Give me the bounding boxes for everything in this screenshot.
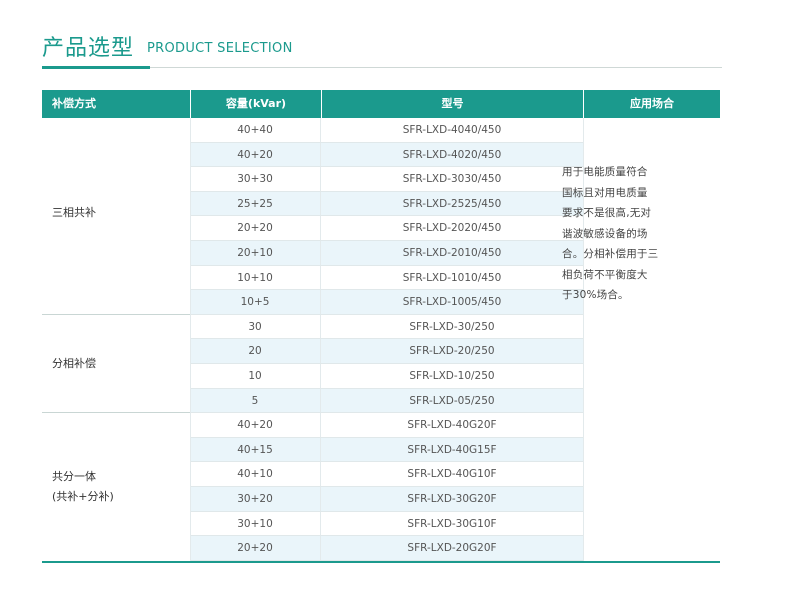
model-cell: SFR-LXD-10/250 (409, 370, 495, 382)
group-label-text: 分相补偿 (52, 357, 96, 370)
application-line: 谐波敏感设备的场 (562, 227, 648, 240)
model-cell: SFR-LXD-2525/450 (321, 191, 583, 216)
model-cell: SFR-LXD-40G10F (407, 468, 497, 481)
capacity-cell: 40+15 (190, 437, 321, 462)
group-label-text: 共分一体 (52, 470, 96, 483)
column-divider (190, 118, 191, 562)
table-row: 5 SFR-LXD-05/250 (190, 388, 583, 414)
model-cell: SFR-LXD-05/250 (321, 388, 583, 413)
capacity-cell: 20 (190, 339, 321, 363)
capacity-cell: 10 (190, 364, 321, 388)
table-row: 40+20 SFR-LXD-40G20F (190, 413, 583, 438)
table-row: 25+25 SFR-LXD-2525/450 (190, 191, 583, 217)
application-line: 于30%场合。 (562, 289, 629, 301)
table-row: 30 SFR-LXD-30/250 (190, 314, 583, 340)
application-line: 国标且对用电质量 (562, 186, 648, 199)
header-model: 型号 (321, 90, 583, 118)
group-divider (42, 412, 190, 414)
table-row: 10+5 SFR-LXD-1005/450 (190, 290, 583, 315)
application-line: 合。分相补偿用于三 (562, 248, 659, 260)
model-cell: SFR-LXD-3030/450 (402, 173, 502, 186)
table-row: 30+30 SFR-LXD-3030/450 (190, 167, 583, 192)
application-line: 用于电能质量符合 (562, 166, 648, 178)
header-compensation-mode: 补偿方式 (52, 97, 96, 110)
model-cell: SFR-LXD-20G20F (321, 536, 583, 560)
group-label-text: 三相共补 (52, 206, 96, 220)
header-accent-bar (42, 66, 150, 69)
compensation-group-label: 分相补偿 (42, 354, 190, 374)
table-row: 40+10 SFR-LXD-40G10F (190, 462, 583, 487)
table-bottom-border (42, 561, 720, 563)
group-divider (42, 313, 190, 315)
product-selection-table: 补偿方式 容量(kVar) 型号 应用场合 40+40 SFR-LXD-4040/… (42, 90, 720, 562)
capacity-cell: 5 (190, 388, 321, 413)
table-row: 30+20 SFR-LXD-30G20F (190, 487, 583, 512)
header-application: 应用场合 (583, 90, 720, 118)
table-row: 40+20 SFR-LXD-4020/450 (190, 142, 583, 168)
table-row: 10 SFR-LXD-10/250 (190, 364, 583, 389)
capacity-cell: 25+25 (190, 191, 321, 216)
group-label-subtext: (共补+分补) (52, 490, 114, 503)
model-cell: SFR-LXD-4040/450 (402, 124, 502, 136)
compensation-group-label: 共分一体 (共补+分补) (42, 467, 190, 507)
compensation-group-label: 三相共补 (42, 203, 190, 223)
capacity-cell: 40+10 (190, 462, 321, 486)
model-cell: SFR-LXD-40G15F (321, 437, 583, 462)
model-cell: SFR-LXD-1005/450 (321, 290, 583, 314)
capacity-cell: 20+20 (190, 536, 321, 560)
capacity-cell: 40+20 (190, 142, 321, 167)
table-row: 20+20 SFR-LXD-2020/450 (190, 216, 583, 241)
table-row: 40+15 SFR-LXD-40G15F (190, 437, 583, 463)
model-cell: SFR-LXD-20/250 (321, 339, 583, 363)
model-cell: SFR-LXD-40G20F (407, 419, 497, 432)
table-row: 40+40 SFR-LXD-4040/450 (190, 118, 583, 143)
application-description: 用于电能质量符合 国标且对用电质量 要求不是很高,无对 谐波敏感设备的场 合。分相补偿用… (562, 162, 672, 306)
capacity-cell: 10+5 (190, 290, 321, 314)
capacity-cell: 40+20 (190, 413, 321, 437)
model-cell: SFR-LXD-30/250 (409, 320, 495, 333)
application-line: 要求不是很高,无对 (562, 207, 652, 219)
model-cell: SFR-LXD-2020/450 (402, 222, 502, 235)
capacity-cell: 20+10 (190, 241, 321, 265)
model-cell: SFR-LXD-2010/450 (321, 241, 583, 265)
capacity-cell: 20+20 (190, 216, 321, 240)
model-cell: SFR-LXD-4020/450 (321, 142, 583, 167)
capacity-cell: 30+30 (190, 167, 321, 191)
page-subtitle: PRODUCT SELECTION (147, 41, 293, 56)
header-capacity: 容量(kVar) (190, 90, 321, 118)
table-row: 20+10 SFR-LXD-2010/450 (190, 241, 583, 266)
application-line: 相负荷不平衡度大 (562, 268, 648, 281)
capacity-cell: 30+20 (190, 487, 321, 511)
table-row: 20+20 SFR-LXD-20G20F (190, 536, 583, 561)
capacity-cell: 30 (190, 314, 321, 339)
model-cell: SFR-LXD-30G20F (321, 487, 583, 511)
table-row: 20 SFR-LXD-20/250 (190, 339, 583, 364)
capacity-cell: 30+10 (190, 511, 321, 536)
table-header-row: 补偿方式 容量(kVar) 型号 应用场合 (42, 90, 720, 118)
model-cell: SFR-LXD-1010/450 (402, 271, 502, 284)
capacity-cell: 10+10 (190, 265, 321, 290)
table-row: 30+10 SFR-LXD-30G10F (190, 511, 583, 537)
model-cell: SFR-LXD-30G10F (407, 517, 497, 530)
capacity-cell: 40+40 (190, 118, 321, 142)
page-title: 产品选型 (42, 36, 135, 61)
table-row: 10+10 SFR-LXD-1010/450 (190, 265, 583, 291)
